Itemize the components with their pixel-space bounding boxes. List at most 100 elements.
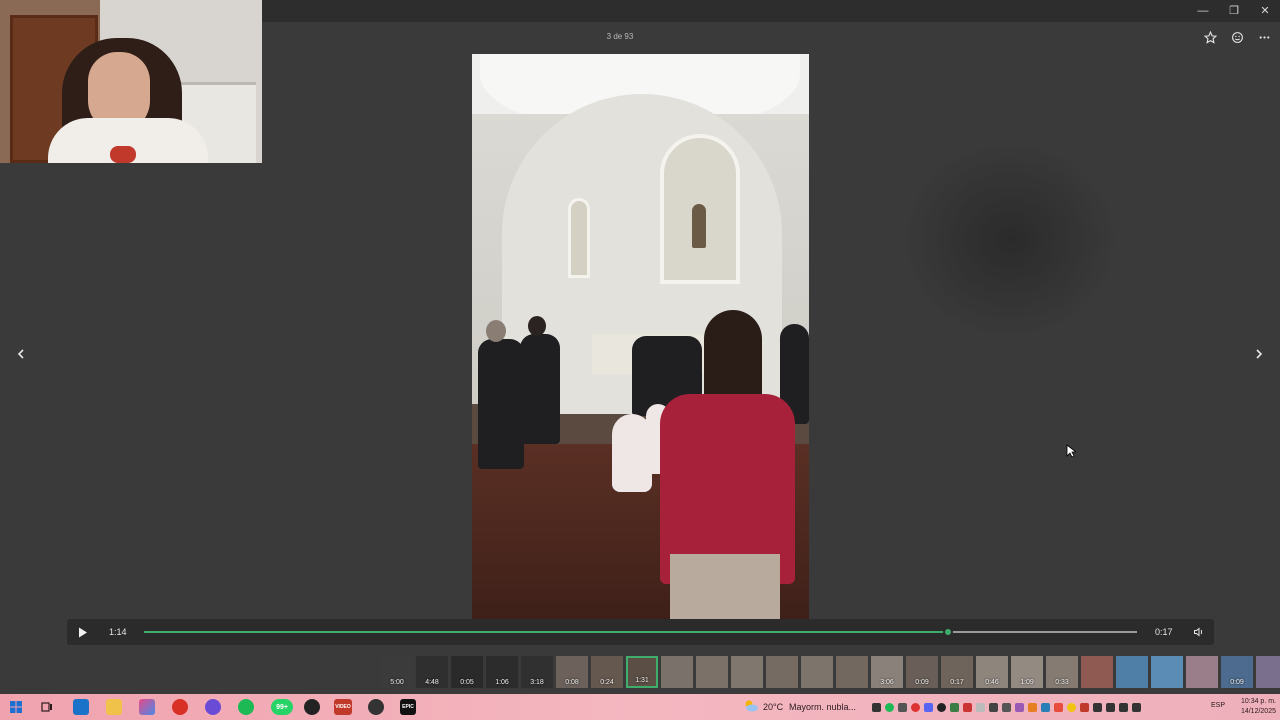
tray-app-icon[interactable] xyxy=(1080,702,1089,712)
filmstrip-thumbnail[interactable]: 0:17 xyxy=(941,656,973,688)
star-icon xyxy=(1204,30,1217,44)
seek-bar[interactable] xyxy=(144,627,1137,637)
filmstrip-thumbnail[interactable]: 0:33 xyxy=(1046,656,1078,688)
tray-app-icon[interactable] xyxy=(963,702,972,712)
guest-head xyxy=(486,320,506,342)
filmstrip-thumbnail[interactable]: 0:09 xyxy=(1221,656,1253,688)
favorite-button[interactable] xyxy=(1201,28,1220,46)
filmstrip-thumbnail[interactable] xyxy=(731,656,763,688)
thumbnail-duration: 4:48 xyxy=(425,679,439,686)
filmstrip-thumbnail[interactable]: 3:18 xyxy=(521,656,553,688)
obs-icon[interactable] xyxy=(368,699,384,715)
filmstrip-thumbnail[interactable]: 1:09 xyxy=(1011,656,1043,688)
seek-bar-thumb[interactable] xyxy=(943,627,954,637)
face-tag-button[interactable] xyxy=(1228,28,1247,46)
filmstrip-thumbnail[interactable] xyxy=(836,656,868,688)
tray-discord-icon[interactable] xyxy=(924,702,933,712)
mouse-cursor-icon xyxy=(1066,444,1076,458)
speaker-icon[interactable] xyxy=(1119,702,1128,712)
tray-spotify-icon[interactable] xyxy=(885,702,894,712)
tray-app-icon[interactable] xyxy=(1067,702,1076,712)
task-view-button[interactable] xyxy=(39,699,55,715)
clock[interactable]: 10:34 p. m. 14/12/2025 xyxy=(1232,697,1276,717)
filmstrip-thumbnail[interactable] xyxy=(1151,656,1183,688)
photos-viewer-window: — ❐ ✕ 3 de 93 1:14 0:17 5:00 4:48 0:05 1… xyxy=(0,0,1280,694)
browser-profile-icon[interactable] xyxy=(205,699,221,715)
volume-icon xyxy=(1194,627,1203,637)
minimize-button[interactable]: — xyxy=(1188,0,1218,22)
volume-button[interactable] xyxy=(1191,624,1207,640)
tray-app-icon[interactable] xyxy=(911,702,920,712)
tray-app-icon[interactable] xyxy=(898,702,907,712)
tray-app-icon[interactable] xyxy=(950,702,959,712)
filmstrip-thumbnail[interactable] xyxy=(1186,656,1218,688)
filmstrip-thumbnail[interactable] xyxy=(661,656,693,688)
spotify-icon[interactable] xyxy=(238,699,254,715)
tray-app-icon[interactable] xyxy=(1028,702,1037,712)
weather-cloud-icon xyxy=(745,700,758,712)
filmstrip-thumbnail[interactable]: 0:09 xyxy=(906,656,938,688)
outlook-icon[interactable] xyxy=(73,699,89,715)
side-niche xyxy=(568,198,590,278)
chrome-icon[interactable] xyxy=(172,699,188,715)
chevron-right-icon xyxy=(1256,349,1263,359)
filmstrip-thumbnail[interactable]: 5:00 xyxy=(381,656,413,688)
video-editor-icon[interactable]: VIDEO xyxy=(334,699,352,715)
filmstrip-thumbnail[interactable] xyxy=(801,656,833,688)
filmstrip-thumbnail[interactable]: 0:46 xyxy=(976,656,1008,688)
filmstrip-thumbnail[interactable]: 0:05 xyxy=(451,656,483,688)
filmstrip-thumbnail[interactable] xyxy=(1256,656,1280,688)
tray-app-icon[interactable] xyxy=(1002,702,1011,712)
language-indicator[interactable]: ESP xyxy=(1211,702,1225,709)
thumbnail-duration: 5:00 xyxy=(390,679,404,686)
thumbnail-duration: 0:09 xyxy=(915,679,929,686)
maximize-button[interactable]: ❐ xyxy=(1219,0,1249,22)
filmstrip-thumbnail[interactable]: 1:06 xyxy=(486,656,518,688)
virgin-statue xyxy=(692,204,706,248)
filmstrip-thumbnail[interactable]: 3:06 xyxy=(871,656,903,688)
microphone-icon[interactable] xyxy=(1093,702,1102,712)
battery-icon[interactable] xyxy=(1132,702,1141,712)
next-button[interactable] xyxy=(1249,344,1269,364)
close-button[interactable]: ✕ xyxy=(1250,0,1280,22)
file-explorer-icon[interactable] xyxy=(106,699,122,715)
filmstrip-thumbnail[interactable] xyxy=(766,656,798,688)
thumbnail-duration: 1:09 xyxy=(1020,679,1034,686)
tray-app-icon[interactable] xyxy=(1054,702,1063,712)
start-button[interactable] xyxy=(8,699,24,715)
weather-temperature[interactable]: 20°C xyxy=(763,702,783,712)
filmstrip-thumbnail[interactable] xyxy=(1081,656,1113,688)
thumbnail-duration: 1:31 xyxy=(635,677,649,684)
guest-skirt xyxy=(670,554,780,620)
filmstrip-thumbnail[interactable] xyxy=(696,656,728,688)
tray-app-icon[interactable] xyxy=(872,702,881,712)
notification-badge: 99+ xyxy=(276,703,288,711)
filmstrip-thumbnail[interactable]: 1:31 xyxy=(626,656,658,688)
filmstrip-thumbnail[interactable]: 4:48 xyxy=(416,656,448,688)
filmstrip-thumbnail[interactable]: 0:08 xyxy=(556,656,588,688)
photos-app-icon[interactable] xyxy=(139,699,155,715)
windows-icon xyxy=(10,701,22,713)
tray-app-icon[interactable] xyxy=(989,702,998,712)
webcam-overlay xyxy=(0,0,262,163)
filmstrip-thumbnail[interactable] xyxy=(1116,656,1148,688)
more-options-button[interactable] xyxy=(1255,28,1274,46)
weather-description[interactable]: Mayorm. nubla... xyxy=(789,702,856,712)
play-button[interactable] xyxy=(75,624,91,640)
tray-app-icon[interactable] xyxy=(1041,702,1050,712)
video-editor-label: VIDEO xyxy=(335,704,351,710)
tray-app-icon[interactable] xyxy=(976,702,985,712)
viewer-toolbar xyxy=(1201,28,1274,46)
epic-games-icon[interactable]: EPIC xyxy=(400,699,416,715)
filmstrip-thumbnail[interactable]: 0:24 xyxy=(591,656,623,688)
network-icon[interactable] xyxy=(1106,702,1115,712)
current-time: 1:14 xyxy=(109,627,127,637)
media-app-icon[interactable] xyxy=(304,699,320,715)
filmstrip: 5:00 4:48 0:05 1:06 3:18 0:08 0:24 1:31 3:06 0:09… xyxy=(381,656,1280,688)
background-blur xyxy=(900,140,1120,340)
video-frame[interactable] xyxy=(472,54,809,620)
whatsapp-icon[interactable]: 99+ xyxy=(271,699,293,715)
tray-app-icon[interactable] xyxy=(937,702,946,712)
previous-button[interactable] xyxy=(11,344,31,364)
tray-app-icon[interactable] xyxy=(1015,702,1024,712)
